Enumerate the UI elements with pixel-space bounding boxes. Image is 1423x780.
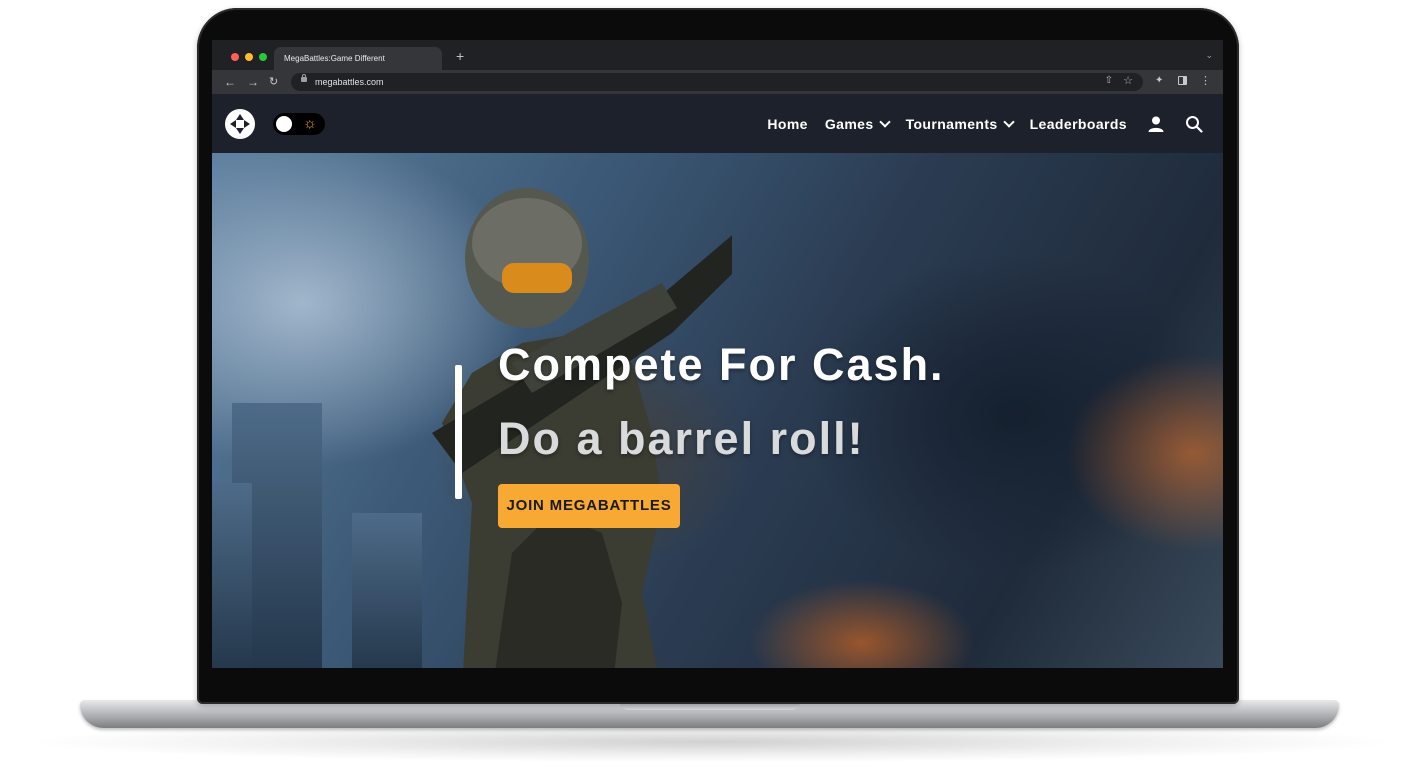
laptop-screen: MegaBattles:Game Different + ⌄ ← → ↻ meg… bbox=[212, 40, 1223, 668]
bookmark-star-icon[interactable]: ☆ bbox=[1123, 74, 1133, 87]
search-icon[interactable] bbox=[1185, 115, 1203, 133]
chevron-down-icon bbox=[1002, 115, 1015, 128]
sun-icon: ☼ bbox=[303, 115, 317, 132]
toggle-knob bbox=[276, 116, 292, 132]
chevron-down-icon bbox=[878, 115, 891, 128]
side-panel-icon[interactable] bbox=[1178, 76, 1187, 85]
browser-menu-kebab-icon[interactable]: ⋮ bbox=[1200, 74, 1211, 88]
tab-search-chevron-icon[interactable]: ⌄ bbox=[1205, 50, 1213, 61]
browser-tabbar: MegaBattles:Game Different + ⌄ bbox=[212, 40, 1223, 70]
minimize-window-button[interactable] bbox=[245, 53, 253, 61]
back-arrow-icon[interactable]: ← bbox=[224, 74, 236, 90]
join-megabattles-button[interactable]: JOIN MEGABATTLES bbox=[498, 484, 680, 528]
nav-item-tournaments[interactable]: Tournaments bbox=[905, 115, 1015, 132]
close-window-button[interactable] bbox=[231, 53, 239, 61]
hero-title: Compete For Cash. bbox=[498, 339, 945, 390]
nav-item-label: Home bbox=[767, 115, 808, 132]
laptop-shadow bbox=[40, 722, 1383, 762]
address-bar[interactable]: megabattles.com ⇧ ☆ bbox=[291, 73, 1143, 91]
forward-arrow-icon[interactable]: → bbox=[247, 74, 259, 90]
maximize-window-button[interactable] bbox=[259, 53, 267, 61]
nav-item-games[interactable]: Games bbox=[824, 115, 891, 132]
browser-tab[interactable]: MegaBattles:Game Different bbox=[274, 47, 442, 70]
gamepad-icon[interactable] bbox=[225, 109, 255, 139]
lock-icon bbox=[301, 74, 307, 82]
nav-item-label: Leaderboards bbox=[1029, 115, 1127, 132]
user-icon[interactable] bbox=[1147, 115, 1165, 133]
new-tab-button[interactable]: + bbox=[456, 48, 464, 64]
hero-subtitle: Do a barrel roll! bbox=[498, 413, 865, 464]
nav-item-home[interactable]: Home bbox=[767, 116, 808, 132]
nav-item-label: Tournaments bbox=[905, 115, 998, 132]
share-icon[interactable]: ⇧ bbox=[1105, 75, 1113, 86]
main-nav: Home Games Tournaments Leaderboards bbox=[750, 94, 1203, 153]
browser-toolbar: ← → ↻ megabattles.com ⇧ ☆ ✦ ⋮ bbox=[212, 70, 1223, 94]
nav-item-leaderboards[interactable]: Leaderboards bbox=[1030, 116, 1127, 132]
nav-item-label: Games bbox=[824, 115, 874, 132]
reload-icon[interactable]: ↻ bbox=[269, 74, 278, 90]
background-building bbox=[212, 483, 252, 668]
url-text[interactable]: megabattles.com bbox=[315, 73, 384, 91]
extensions-puzzle-icon[interactable]: ✦ bbox=[1155, 75, 1163, 86]
theme-toggle[interactable]: ☼ bbox=[273, 113, 325, 135]
hero-banner: Compete For Cash. Do a barrel roll! JOIN… bbox=[212, 153, 1223, 668]
site-header: ☼ Home Games Tournaments Leaderboards bbox=[212, 94, 1223, 153]
hero-accent-bar bbox=[455, 365, 462, 499]
